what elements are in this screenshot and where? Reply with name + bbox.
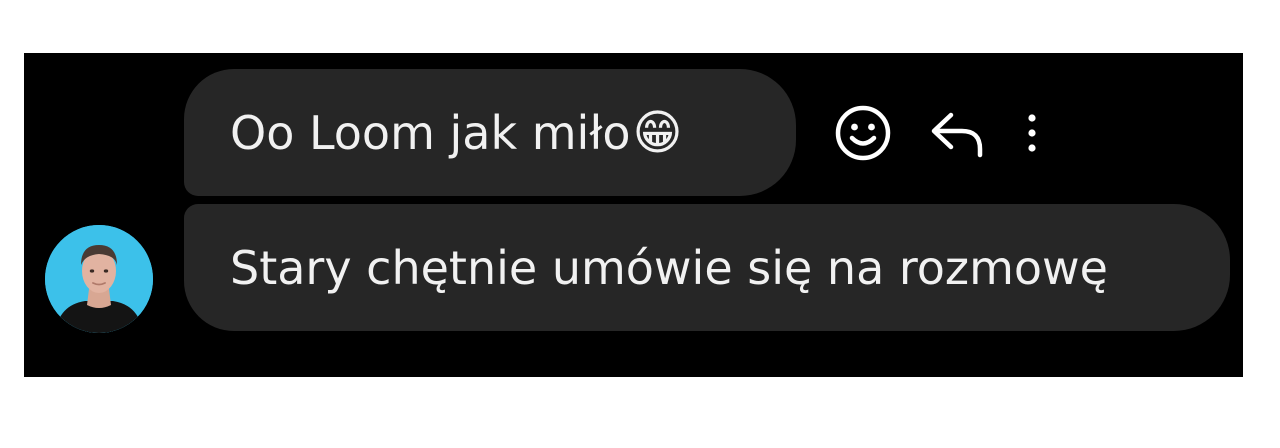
reply-button[interactable] [920, 101, 994, 165]
chat-message-group: Oo Loom jak miło 😁 Stary chętnie umówie … [24, 53, 1243, 377]
reply-arrow-icon [931, 112, 983, 158]
message-text: Oo Loom jak miło [230, 105, 631, 160]
message-bubble[interactable]: Stary chętnie umówie się na rozmowę [184, 204, 1230, 331]
avatar[interactable] [45, 225, 153, 333]
more-options-button[interactable] [1012, 101, 1052, 165]
user-photo-icon [45, 225, 153, 333]
message-text: Stary chętnie umówie się na rozmowę [230, 240, 1108, 295]
message-actions-toolbar [826, 101, 1052, 165]
message-bubble[interactable]: Oo Loom jak miło 😁 [184, 69, 796, 196]
grinning-emoji-icon: 😁 [632, 104, 683, 161]
vertical-dots-icon [1028, 114, 1036, 152]
react-button[interactable] [826, 101, 900, 165]
screenshot-canvas: Oo Loom jak miło 😁 Stary chętnie umówie … [0, 0, 1280, 448]
smiley-icon [835, 105, 891, 161]
